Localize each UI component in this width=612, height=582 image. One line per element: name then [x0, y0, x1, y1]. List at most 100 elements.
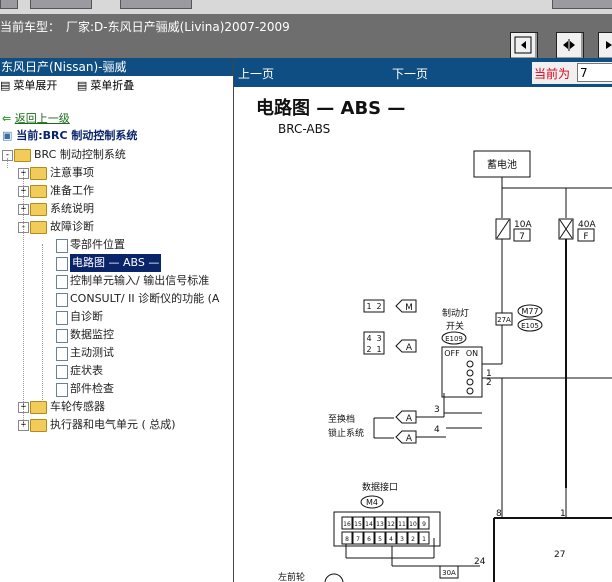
toolbar-tab[interactable] — [0, 0, 18, 9]
pin43-b: 3 — [376, 334, 381, 343]
fuse1-num: 7 — [519, 232, 525, 242]
left-sidebar: 东风日产(Nissan)-骊威 ▤ 菜单展开 ▤ 菜单折叠 ⇐ 返回上一级 ▣ 当前… — [0, 58, 234, 582]
menu-expand[interactable]: ▤ 菜单展开 — [0, 79, 65, 92]
wiring-diagram: 电路图 — ABS — BRC-ABS 蓄电池 10A 7 40A F 制动灯 开关 M77 2… — [234, 88, 612, 582]
main-panel: 上一页 下一页 当前为 电路图 — ABS — BRC-ABS 蓄电池10A74… — [234, 58, 612, 582]
prev-page-link[interactable]: 上一页 — [238, 65, 274, 82]
switch-contact — [466, 387, 474, 395]
pin4: 4 — [434, 425, 440, 435]
sidebar-menu: ▤ 菜单展开 ▤ 菜单折叠 — [0, 76, 233, 96]
a-tag-2-text: A — [406, 414, 413, 424]
tree-item[interactable]: + 执行器和电气单元 ( 总成) — [0, 416, 233, 434]
tree-leaf-label: 零部件位置 — [70, 238, 125, 251]
tree-leaf-label: 部件检查 — [70, 382, 114, 395]
current-page-input[interactable] — [577, 63, 612, 82]
toolbar-tab[interactable] — [120, 0, 192, 9]
tree-root[interactable]: - BRC 制动控制系统 — [0, 146, 233, 164]
toolbar-tab[interactable] — [30, 0, 92, 9]
current-page-box: 当前为 — [532, 62, 612, 84]
dlc-pin-top-text: 13 — [376, 521, 384, 528]
tree-leaf[interactable]: 控制单元输入/ 输出信号标准 — [0, 272, 233, 290]
dlc-pin-top-text: 10 — [409, 521, 417, 528]
tree-leaf[interactable]: 部件检查 — [0, 380, 233, 398]
tree-leaf[interactable]: 自诊断 — [0, 308, 233, 326]
dlc-pin-top-text: 15 — [354, 521, 362, 528]
m-tag-text: M — [405, 303, 413, 313]
tree-leaf[interactable]: 主动测试 — [0, 344, 233, 362]
data-conn-label: 数据接口 — [362, 481, 398, 493]
wheel-sensor-icon — [324, 573, 344, 582]
pin21-a: 2 — [366, 345, 371, 354]
tree-item[interactable]: + 注意事项 — [0, 164, 233, 182]
tree-leaf-label: 自诊断 — [70, 310, 103, 323]
pin3: 3 — [434, 405, 440, 415]
switch-contact — [466, 360, 474, 368]
tree-leaf-label: 症状表 — [70, 364, 103, 377]
tree-item[interactable]: - 故障诊断 — [0, 218, 233, 236]
wire27: 27 — [554, 550, 565, 560]
folder-icon — [30, 401, 47, 414]
tree-item[interactable]: + 车轮传感器 — [0, 398, 233, 416]
tree-leaf[interactable]: 数据监控 — [0, 326, 233, 344]
next-button[interactable] — [598, 32, 612, 60]
dlc-pin-bottom-text: 7 — [356, 536, 360, 543]
wire24: 24 — [474, 557, 486, 567]
next-icon — [606, 41, 612, 49]
lock-line2: 锁止系统 — [328, 427, 364, 439]
tree-leaf[interactable]: 症状表 — [0, 362, 233, 380]
tree-leaf[interactable]: 电路图 — ABS — — [0, 254, 233, 272]
fit-page-button[interactable] — [556, 32, 584, 60]
tree-item-label: 系统说明 — [50, 202, 94, 215]
pin12-a: 1 — [366, 302, 371, 311]
a-tag-1-text: A — [406, 343, 413, 353]
document-icon — [56, 293, 68, 307]
document-icon — [56, 347, 68, 361]
conn-e109-text: E109 — [445, 335, 463, 343]
tree-leaf-label: 数据监控 — [70, 328, 114, 341]
on-label: ON — [466, 349, 478, 358]
folder-icon — [30, 221, 47, 234]
first-page-icon — [514, 36, 532, 54]
tree-leaf[interactable]: 零部件位置 — [0, 236, 233, 254]
fit-page-icon — [563, 39, 575, 51]
folder-icon — [30, 185, 47, 198]
next-page-link[interactable]: 下一页 — [392, 65, 428, 82]
back-label: 返回上一级 — [14, 112, 70, 125]
tree-item-label: 车轮传感器 — [50, 400, 105, 413]
dlc-pin-top-text: 16 — [343, 521, 351, 528]
folder-icon — [30, 203, 47, 216]
tree-root-label: BRC 制动控制系统 — [34, 148, 126, 161]
page-nav-bar: 上一页 下一页 当前为 — [234, 58, 612, 87]
dlc-pin-bottom-text: 8 — [345, 536, 349, 543]
battery-label: 蓄电池 — [487, 158, 517, 171]
tree-item-label: 执行器和电气单元 ( 总成) — [50, 418, 176, 431]
header-bar: 当前车型： 厂家:D-东风日产骊威(Livina)2007-2009 — [0, 14, 612, 60]
tree-item[interactable]: + 准备工作 — [0, 182, 233, 200]
first-page-button[interactable] — [510, 32, 538, 60]
menu-expand-label: 菜单展开 — [13, 79, 58, 92]
menu-collapse[interactable]: ▤ 菜单折叠 — [77, 79, 142, 92]
current-node-label: 当前:BRC 制动控制系统 — [16, 129, 138, 142]
dlc-pin-bottom-text: 5 — [378, 536, 382, 543]
current-page-label: 当前为 — [534, 67, 571, 81]
tree-leaf[interactable]: CONSULT/ II 诊断仪的功能 (A — [0, 290, 233, 308]
toolbar-tab[interactable] — [552, 0, 612, 9]
tree-leaf-label: 电路图 — ABS — — [70, 254, 162, 272]
tree-item[interactable]: + 系统说明 — [0, 200, 233, 218]
switch-contact — [466, 378, 474, 386]
conn-m77-text: M77 — [521, 307, 538, 316]
brake-switch-line2: 开关 — [446, 320, 464, 332]
back-link[interactable]: ⇐ 返回上一级 — [2, 110, 70, 128]
menu-icon: ▤ — [76, 79, 88, 92]
pin2: 2 — [486, 378, 492, 388]
tree-item-label: 故障诊断 — [50, 220, 94, 233]
model-value: 厂家:D-东风日产骊威(Livina)2007-2009 — [66, 20, 290, 34]
tree-line — [23, 170, 24, 426]
circuit-svg: 蓄电池10A740AF制动灯开关M7727AE105E109OFF ON121 2 M… — [278, 150, 612, 582]
tree-item-label: 注意事项 — [50, 166, 94, 179]
back-arrow-icon: ⇐ — [2, 112, 12, 125]
tree-item-label: 准备工作 — [50, 184, 94, 197]
dlc-pin-bottom-text: 2 — [411, 536, 415, 543]
dlc-pin-bottom-text: 4 — [389, 536, 393, 543]
pin43-a: 4 — [366, 334, 371, 343]
